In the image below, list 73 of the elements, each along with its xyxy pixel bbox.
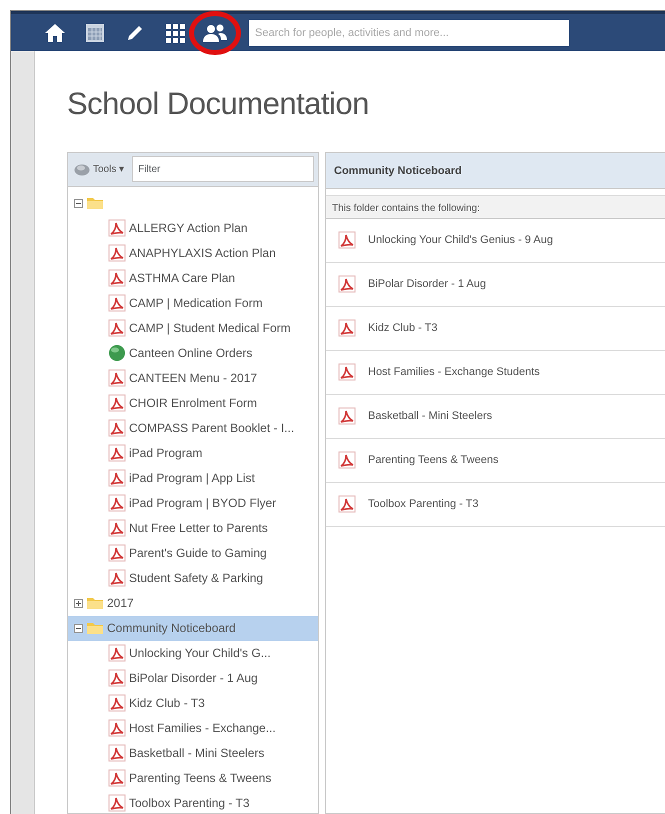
tree-item[interactable]: CANTEEN Menu - 2017 (68, 366, 318, 390)
file-row[interactable]: Basketball - Mini Steelers (326, 394, 665, 438)
folder-icon (86, 621, 104, 635)
pdf-icon (108, 369, 126, 387)
panel-header: Community Noticeboard (326, 152, 665, 188)
file-row[interactable]: Host Families - Exchange Students (326, 350, 665, 394)
pdf-icon (108, 419, 126, 437)
pdf-icon (108, 319, 126, 337)
file-row[interactable]: Toolbox Parenting - T3 (326, 482, 665, 526)
tree-item[interactable]: Host Families - Exchange... (68, 716, 318, 740)
tools-button[interactable]: Tools ▾ (72, 162, 126, 176)
pdf-icon (108, 569, 126, 587)
tree-item[interactable]: iPad Program | BYOD Flyer (68, 490, 318, 516)
pdf-icon (338, 231, 356, 249)
pdf-icon (108, 719, 126, 737)
collapse-icon[interactable] (74, 198, 83, 208)
pdf-icon (108, 269, 126, 287)
tree-item[interactable]: ASTHMA Care Plan (68, 266, 318, 290)
pdf-icon (108, 744, 126, 762)
expand-icon[interactable] (74, 598, 83, 608)
gear-icon (74, 162, 90, 176)
pdf-icon (338, 495, 356, 513)
tree-item[interactable]: COMPASS Parent Booklet - I... (68, 416, 318, 440)
tree-item[interactable]: Kidz Club - T3 (68, 690, 318, 716)
pdf-icon (338, 275, 356, 293)
pdf-icon (108, 469, 126, 487)
pdf-icon (108, 444, 126, 462)
tree-item[interactable]: iPad Program | App List (68, 466, 318, 490)
filter-field[interactable]: Filter (132, 156, 314, 182)
tree-item[interactable]: iPad Program (68, 440, 318, 466)
pdf-icon (108, 769, 126, 787)
tree-item[interactable]: CAMP | Medication Form (68, 290, 318, 316)
pdf-icon (108, 544, 126, 562)
file-row[interactable]: BiPolar Disorder - 1 Aug (326, 262, 665, 306)
pdf-icon (108, 219, 126, 237)
collapse-icon[interactable] (74, 624, 83, 632)
globe-icon (108, 344, 126, 362)
tree-item[interactable]: ANAPHYLAXIS Action Plan (68, 240, 318, 266)
pdf-icon (108, 494, 126, 512)
tree-item[interactable]: Unlocking Your Child's G... (68, 640, 318, 666)
pdf-icon (338, 319, 356, 337)
pdf-icon (108, 669, 126, 687)
tree-item[interactable]: Toolbox Parenting - T3 (68, 790, 318, 813)
folder-icon (86, 196, 104, 210)
pdf-icon (338, 363, 356, 381)
panel-subheader: This folder contains the following: (326, 194, 665, 218)
pdf-icon (108, 394, 126, 412)
tree-item[interactable]: Basketball - Mini Steelers (68, 740, 318, 766)
file-row[interactable]: Parenting Teens & Tweens (326, 438, 665, 482)
pdf-icon (108, 694, 126, 712)
folder-icon (86, 596, 104, 610)
search-field[interactable]: Search for people, activities and more... (249, 20, 569, 46)
pdf-icon (338, 451, 356, 469)
file-row[interactable]: Kidz Club - T3 (326, 306, 665, 350)
tree-folder[interactable]: 2017 (68, 590, 318, 616)
tree-item[interactable]: Canteen Online Orders (68, 340, 318, 366)
pdf-icon (108, 644, 126, 662)
file-row[interactable]: Unlocking Your Child's Genius - 9 Aug (326, 218, 665, 262)
tree-item[interactable]: CAMP | Student Medical Form (68, 316, 318, 340)
tree-item[interactable]: CHOIR Enrolment Form (68, 390, 318, 416)
tree-item[interactable]: Nut Free Letter to Parents (68, 516, 318, 540)
tree-item[interactable]: Parenting Teens & Tweens (68, 766, 318, 790)
pdf-icon (108, 519, 126, 537)
pdf-icon (338, 407, 356, 425)
tree-folder[interactable]: Community Noticeboard (68, 616, 318, 640)
page-title: School Documentation (67, 85, 370, 123)
pdf-icon (108, 294, 126, 312)
tree-item[interactable]: BiPolar Disorder - 1 Aug (68, 666, 318, 690)
tree-item[interactable]: Student Safety & Parking (68, 566, 318, 590)
pdf-icon (108, 794, 126, 812)
pdf-icon (108, 244, 126, 262)
tree-item[interactable]: ALLERGY Action Plan (68, 216, 318, 240)
tree-item[interactable]: Parent's Guide to Gaming (68, 540, 318, 566)
